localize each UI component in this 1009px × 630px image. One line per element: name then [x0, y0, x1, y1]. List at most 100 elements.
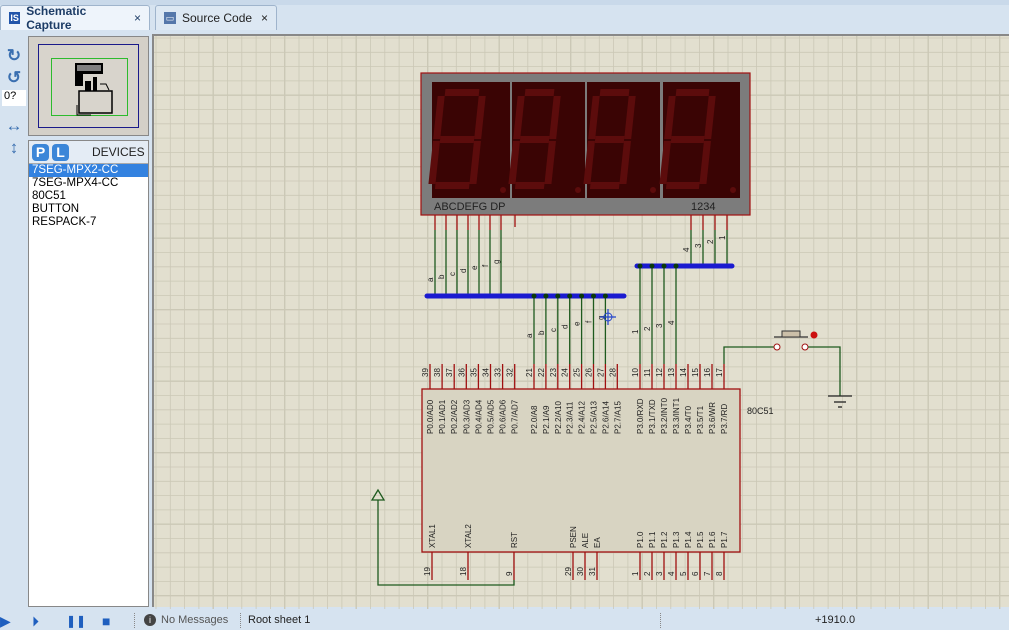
pin-number: 17 — [715, 368, 724, 377]
pin-name: P0.1/AD1 — [438, 399, 447, 434]
device-list[interactable]: 7SEG-MPX2-CC 7SEG-MPX4-CC 80C51 BUTTON RESPA… — [29, 164, 148, 229]
step-button[interactable]: ⏵ — [32, 613, 39, 630]
digit-segment — [665, 182, 700, 189]
pin-name: P2.7/A15 — [613, 401, 622, 434]
pin-name: ALE — [581, 533, 590, 548]
pin-number: 35 — [469, 368, 478, 377]
pin-name: P2.2/A10 — [554, 401, 563, 434]
decimal-point — [730, 187, 736, 193]
device-item[interactable]: 7SEG-MPX4-CC — [29, 177, 148, 190]
schematic-canvas[interactable]: ABCDEFG DP 1234 a b c d e f g 4 3 2 1 80C51 39 P0.0/AD0… — [152, 34, 1009, 611]
source-code-icon: ▭ — [164, 12, 176, 24]
pin-name: P3.7/RD — [720, 404, 729, 434]
device-item[interactable]: BUTTON — [29, 203, 148, 216]
pin-number: 1 — [631, 571, 640, 576]
pin-number: 34 — [482, 368, 491, 377]
pin-number: 4 — [667, 571, 676, 576]
pin-number: 32 — [506, 368, 515, 377]
overview-viewport[interactable] — [51, 58, 128, 116]
pin-number: 39 — [421, 368, 430, 377]
divider — [660, 613, 661, 628]
pick-devices-button[interactable]: P — [32, 143, 49, 161]
overview-window[interactable] — [28, 36, 149, 136]
pin-name: P1.1 — [648, 531, 657, 548]
pin-name: P1.6 — [708, 531, 717, 548]
rotate-anticlockwise-icon[interactable]: ↺ — [4, 68, 24, 88]
digit-segment — [670, 136, 705, 143]
tab-schematic-capture[interactable]: IS Schematic Capture × — [0, 4, 150, 32]
devices-header: P L DEVICES — [29, 141, 148, 164]
library-manager-button[interactable]: L — [52, 143, 69, 161]
pin-number: 38 — [433, 368, 442, 377]
net-label: f — [481, 264, 490, 267]
close-icon[interactable]: × — [134, 11, 141, 25]
net-label: 1 — [718, 235, 727, 240]
pin-number: 30 — [576, 567, 585, 576]
pin-name: P1.4 — [684, 531, 693, 548]
device-item[interactable]: 80C51 — [29, 190, 148, 203]
pin-name: P1.2 — [660, 531, 669, 548]
pin-name: P0.4/AD4 — [474, 399, 483, 434]
tab-label: Schematic Capture — [26, 4, 87, 32]
net-label: 1 — [631, 329, 640, 334]
rotation-angle-input[interactable]: 0? — [2, 90, 26, 106]
overview-thumbnail — [75, 63, 113, 116]
pin-number: 2 — [643, 571, 652, 576]
digit-segment — [434, 182, 470, 189]
tab-label: Source Code — [182, 11, 253, 25]
pin-number: 36 — [457, 368, 466, 377]
digit-pin-labels: 1234 — [691, 201, 715, 213]
close-icon[interactable]: × — [261, 11, 268, 25]
device-item[interactable]: RESPACK-7 — [29, 216, 148, 229]
junction — [579, 293, 585, 299]
push-button — [781, 330, 801, 338]
digit-segment — [444, 89, 480, 96]
decimal-point — [650, 187, 656, 193]
pin-name: P1.7 — [720, 531, 729, 548]
digit-segment — [594, 136, 625, 143]
divider — [134, 613, 135, 628]
pin-name: P1.0 — [636, 531, 645, 548]
pin-number: 27 — [596, 368, 605, 377]
pin-name: P1.5 — [696, 531, 705, 548]
net-label: 4 — [682, 247, 691, 252]
pin-number: 14 — [679, 368, 688, 377]
button-contact — [801, 343, 809, 351]
net-label: d — [561, 325, 570, 329]
junction — [567, 293, 573, 299]
junction — [649, 263, 655, 269]
pin-name: P1.3 — [672, 531, 681, 548]
pin-number: 5 — [679, 571, 688, 576]
button-contact — [773, 343, 781, 351]
pin-number: 10 — [631, 368, 640, 377]
pin-name: P3.6/WR — [708, 402, 717, 434]
pin-name: P3.5/T1 — [696, 405, 705, 434]
net-label: a — [426, 277, 435, 282]
pin-number: 29 — [564, 567, 573, 576]
device-item[interactable]: 7SEG-MPX2-CC — [29, 164, 148, 177]
messages-status[interactable]: No Messages — [161, 614, 228, 626]
rotate-clockwise-icon[interactable]: ↻ — [4, 46, 24, 66]
net-label: c — [448, 272, 457, 276]
wire — [723, 346, 774, 364]
tab-source-code[interactable]: ▭ Source Code × — [155, 5, 277, 30]
pin-name: P3.1/TXD — [648, 399, 657, 434]
stop-button[interactable]: ■ — [102, 613, 110, 629]
mirror-horizontal-icon[interactable]: ↔ — [4, 116, 24, 136]
pause-button[interactable]: ❚❚ — [66, 614, 86, 628]
digit-segment — [599, 89, 630, 96]
pin-number: 8 — [715, 571, 724, 576]
pin-number: 26 — [585, 368, 594, 377]
pin-name: XTAL1 — [428, 524, 437, 548]
pin-name: P0.7/AD7 — [511, 399, 520, 434]
digit-segment — [519, 136, 550, 143]
pin-number: 31 — [588, 567, 597, 576]
schematic-drawing[interactable]: ABCDEFG DP 1234abcde fg432180C5139P0.0/AD0… — [154, 36, 1009, 611]
pin-name: P2.5/A13 — [590, 401, 599, 434]
mirror-vertical-icon[interactable]: ↕ — [4, 138, 24, 158]
play-button[interactable]: ▶ — [0, 613, 11, 630]
net-label: e — [470, 265, 479, 270]
info-icon: i — [144, 614, 156, 626]
pin-name: P2.4/A12 — [578, 401, 587, 434]
wire — [808, 346, 841, 396]
